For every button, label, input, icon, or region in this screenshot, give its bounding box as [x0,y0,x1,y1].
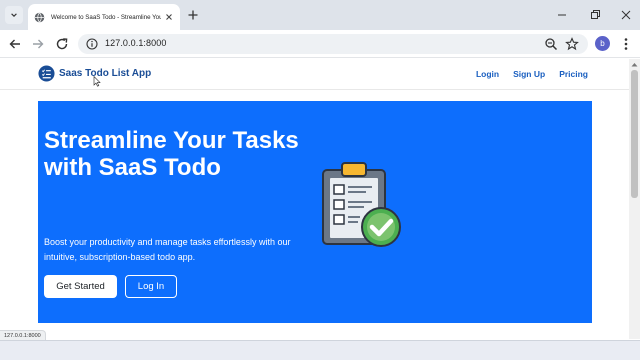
tab-search-button[interactable] [5,6,23,24]
nav-signup-link[interactable]: Sign Up [513,69,545,79]
more-vertical-icon[interactable] [620,36,632,52]
reload-icon[interactable] [54,36,70,52]
address-bar[interactable]: 127.0.0.1:8000 [78,34,588,54]
restore-icon[interactable] [588,8,602,22]
nav-pricing-link[interactable]: Pricing [559,69,588,79]
browser-tab-active[interactable]: Welcome to SaaS Todo - Streamline Your T… [28,4,180,30]
web-page: Saas Todo List App Login Sign Up Pricing… [0,59,629,339]
scroll-up-arrow-icon[interactable] [631,62,638,67]
globe-icon [34,12,45,22]
hero-subtitle: Boost your productivity and manage tasks… [44,237,291,262]
get-started-button[interactable]: Get Started [44,275,117,298]
site-info-icon[interactable] [86,38,98,50]
new-tab-icon[interactable] [186,8,200,22]
browser-tab-strip: Welcome to SaaS Todo - Streamline Your T… [0,0,640,30]
clipboard-checklist-icon [322,162,401,247]
scrollbar-thumb[interactable] [631,70,638,198]
brand-name: Saas Todo List App [59,68,152,79]
mouse-cursor-icon [93,76,101,87]
page-scrollbar[interactable] [629,59,640,339]
address-url[interactable]: 127.0.0.1:8000 [105,38,166,48]
nav-login-link[interactable]: Login [476,69,499,79]
chevron-down-icon [11,13,17,17]
bookmark-star-icon[interactable] [565,37,579,51]
profile-avatar[interactable]: b [595,36,610,51]
close-window-icon[interactable] [619,8,633,22]
forward-arrow-icon[interactable] [30,36,46,52]
task-list-icon [38,65,55,82]
os-taskbar [0,340,640,360]
tab-title: Welcome to SaaS Todo - Streamline Your T… [51,13,161,21]
hero-title: Streamline Your Tasks with SaaS Todo [44,127,299,181]
close-icon[interactable] [164,12,174,22]
minimize-icon[interactable] [555,8,569,22]
site-navbar: Saas Todo List App Login Sign Up Pricing [0,59,629,90]
back-arrow-icon[interactable] [7,36,23,52]
browser-toolbar: 127.0.0.1:8000 [0,30,640,58]
nav-links: Login Sign Up Pricing [462,69,588,79]
login-button[interactable]: Log In [125,275,177,298]
hero-section: Streamline Your Tasks with SaaS Todo Boo… [38,101,592,323]
zoom-icon[interactable] [544,37,558,51]
